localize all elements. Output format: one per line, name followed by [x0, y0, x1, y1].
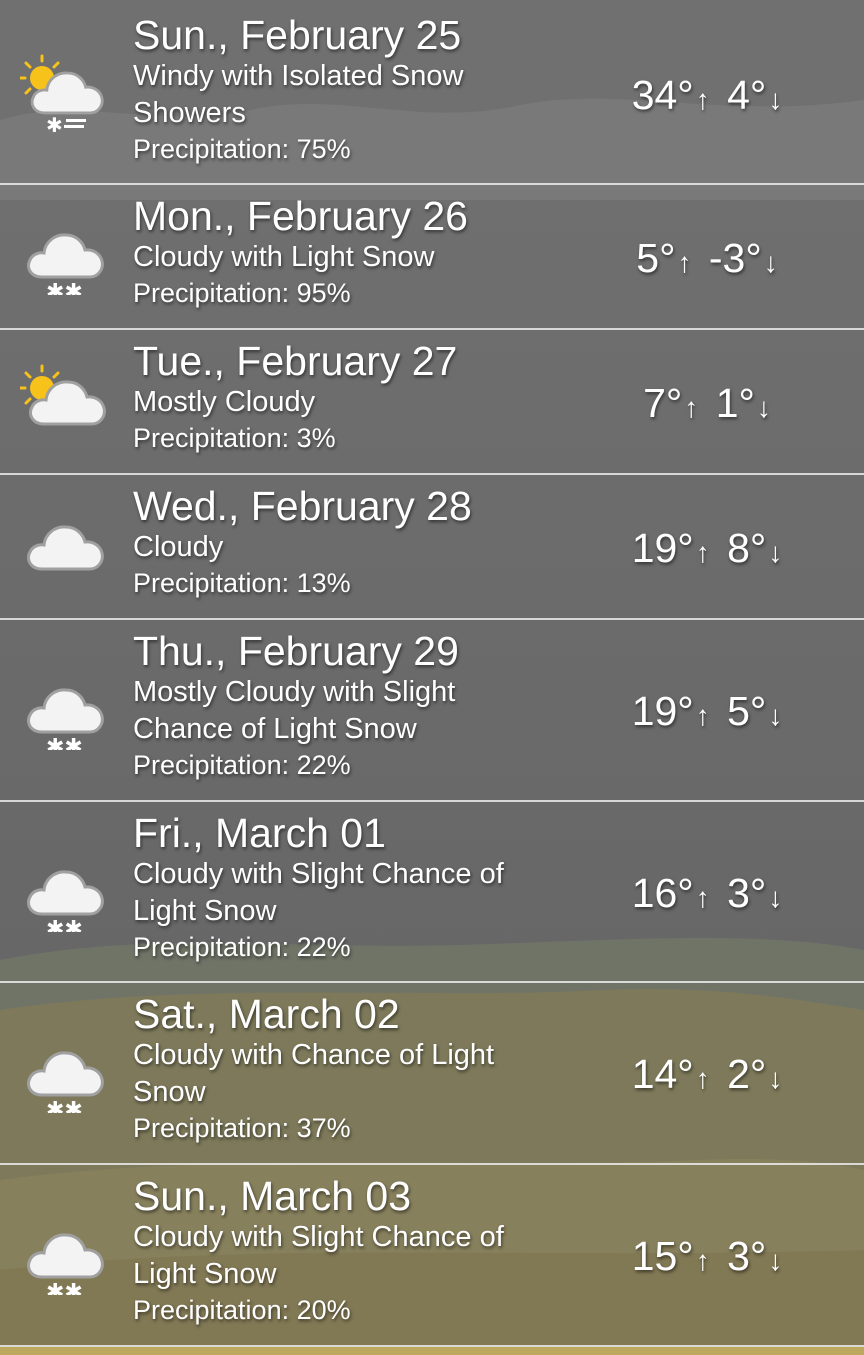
- forecast-date: Tue., February 27: [133, 338, 458, 384]
- cloud-icon: [20, 507, 110, 587]
- precipitation-label: Precipitation: 37%: [133, 1113, 351, 1143]
- precipitation-label: Precipitation: 13%: [133, 568, 351, 598]
- precipitation-label: Precipitation: 95%: [133, 278, 351, 308]
- precipitation-label: Precipitation: 3%: [133, 423, 336, 453]
- forecast-description: Windy with Isolated Snow Showers: [133, 60, 464, 129]
- high-temp: 7°: [643, 380, 683, 426]
- down-arrow-icon: ↓: [768, 882, 783, 913]
- temperature-range: 34°↑ 4°↓: [560, 72, 860, 123]
- forecast-description: Cloudy with Chance of Light Snow: [133, 1039, 495, 1108]
- forecast-row[interactable]: Tue., February 27 Mostly Cloudy Precipit…: [0, 330, 864, 475]
- up-arrow-icon: ↑: [695, 1245, 710, 1276]
- forecast-date: Thu., February 29: [133, 628, 459, 674]
- high-temp: 15°: [631, 1233, 694, 1279]
- temperature-range: 19°↑ 8°↓: [560, 525, 860, 576]
- cloud-snow-icon: [20, 852, 110, 932]
- forecast-row[interactable]: Thu., February 29 Mostly Cloudy with Sli…: [0, 620, 864, 802]
- forecast-date: Wed., February 28: [133, 483, 472, 529]
- forecast-date: Sun., February 25: [133, 12, 462, 58]
- forecast-description: Mostly Cloudy: [133, 386, 316, 418]
- up-arrow-icon: ↑: [684, 392, 699, 423]
- down-arrow-icon: ↓: [768, 537, 783, 568]
- up-arrow-icon: ↑: [695, 1063, 710, 1094]
- up-arrow-icon: ↑: [695, 700, 710, 731]
- low-temp: 1°: [715, 380, 755, 426]
- cloud-snow-icon: [20, 670, 110, 750]
- forecast-row[interactable]: Sat., March 02 Cloudy with Chance of Lig…: [0, 983, 864, 1165]
- down-arrow-icon: ↓: [768, 700, 783, 731]
- forecast-row[interactable]: Wed., February 28 Cloudy Precipitation: …: [0, 475, 864, 620]
- high-temp: 34°: [631, 72, 694, 118]
- forecast-row[interactable]: ✱ Sun., February 25 Windy with Isolated …: [0, 0, 864, 185]
- down-arrow-icon: ↓: [756, 392, 771, 423]
- sun-cloud-windy-snow-icon: ✱: [20, 52, 110, 132]
- low-temp: 5°: [727, 688, 767, 734]
- forecast-description: Cloudy with Slight Chance of Light Snow: [133, 1221, 504, 1290]
- precipitation-label: Precipitation: 22%: [133, 932, 351, 962]
- precipitation-label: Precipitation: 20%: [133, 1295, 351, 1325]
- low-temp: 3°: [727, 1233, 767, 1279]
- forecast-description: Mostly Cloudy with Slight Chance of Ligh…: [133, 676, 456, 745]
- low-temp: 8°: [727, 525, 767, 571]
- temperature-range: 16°↑ 3°↓: [560, 870, 860, 921]
- up-arrow-icon: ↑: [695, 537, 710, 568]
- temperature-range: 15°↑ 3°↓: [560, 1233, 860, 1284]
- forecast-date: Sat., March 02: [133, 991, 400, 1037]
- cloud-snow-icon: [20, 215, 110, 295]
- forecast-row[interactable]: Sun., March 03 Cloudy with Slight Chance…: [0, 1165, 864, 1347]
- forecast-row[interactable]: Fri., March 01 Cloudy with Slight Chance…: [0, 802, 864, 983]
- high-temp: 16°: [631, 870, 694, 916]
- svg-text:✱: ✱: [46, 113, 63, 132]
- forecast-description: Cloudy: [133, 531, 224, 563]
- low-temp: 4°: [727, 72, 767, 118]
- forecast-description: Cloudy with Light Snow: [133, 241, 435, 273]
- high-temp: 5°: [636, 235, 676, 281]
- forecast-date: Mon., February 26: [133, 193, 468, 239]
- up-arrow-icon: ↑: [695, 84, 710, 115]
- precipitation-label: Precipitation: 75%: [133, 134, 351, 164]
- low-temp: 3°: [727, 870, 767, 916]
- temperature-range: 7°↑ 1°↓: [560, 380, 860, 431]
- precipitation-label: Precipitation: 22%: [133, 750, 351, 780]
- forecast-date: Fri., March 01: [133, 810, 386, 856]
- low-temp: 2°: [727, 1051, 767, 1097]
- down-arrow-icon: ↓: [768, 1063, 783, 1094]
- low-temp: -3°: [708, 235, 762, 281]
- cloud-snow-icon: [20, 1033, 110, 1113]
- down-arrow-icon: ↓: [763, 247, 778, 278]
- cloud-snow-icon: [20, 1215, 110, 1295]
- forecast-description: Cloudy with Slight Chance of Light Snow: [133, 858, 504, 927]
- up-arrow-icon: ↑: [695, 882, 710, 913]
- high-temp: 14°: [631, 1051, 694, 1097]
- down-arrow-icon: ↓: [768, 1245, 783, 1276]
- sun-cloud-icon: [20, 362, 110, 442]
- forecast-list: ✱ Sun., February 25 Windy with Isolated …: [0, 0, 864, 1355]
- temperature-range: 14°↑ 2°↓: [560, 1051, 860, 1102]
- forecast-date: Sun., March 03: [133, 1173, 412, 1219]
- up-arrow-icon: ↑: [677, 247, 692, 278]
- high-temp: 19°: [631, 525, 694, 571]
- forecast-row[interactable]: Mon., February 26 Cloudy with Light Snow…: [0, 185, 864, 330]
- temperature-range: 19°↑ 5°↓: [560, 688, 860, 739]
- down-arrow-icon: ↓: [768, 84, 783, 115]
- high-temp: 19°: [631, 688, 694, 734]
- temperature-range: 5°↑ -3°↓: [560, 235, 860, 286]
